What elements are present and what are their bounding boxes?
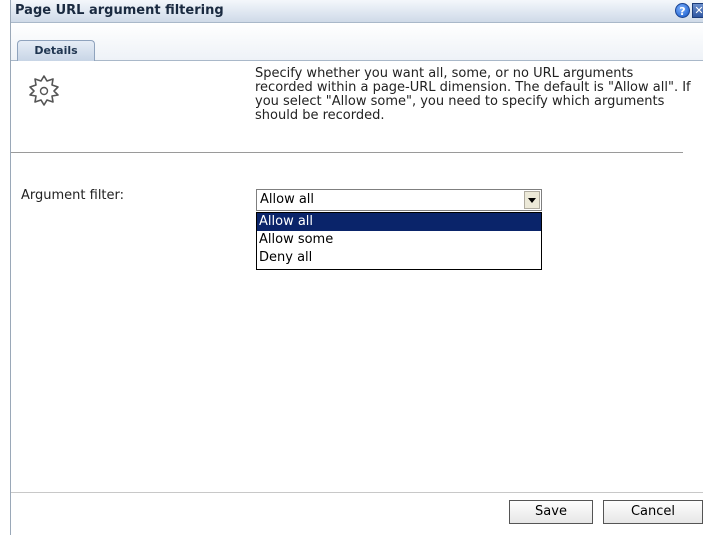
option-deny-all[interactable]: Deny all	[257, 249, 541, 267]
save-button[interactable]: Save	[509, 500, 593, 524]
description-text: Specify whether you want all, some, or n…	[255, 66, 691, 123]
tab-details[interactable]: Details	[17, 40, 95, 61]
footer-divider	[11, 492, 703, 493]
chevron-down-icon[interactable]	[524, 191, 540, 209]
help-icon[interactable]: ?	[675, 3, 690, 18]
dialog-window: Page URL argument filtering ? ✕ Details …	[10, 0, 703, 535]
title-bar: Page URL argument filtering ? ✕	[11, 0, 703, 23]
option-allow-all[interactable]: Allow all	[257, 213, 541, 231]
argument-filter-value: Allow all	[260, 192, 315, 207]
option-allow-some[interactable]: Allow some	[257, 231, 541, 249]
section-divider	[11, 152, 683, 153]
gear-icon	[29, 75, 59, 106]
close-icon[interactable]: ✕	[692, 3, 703, 18]
argument-filter-options: Allow all Allow some Deny all	[256, 212, 542, 270]
tab-strip: Details	[11, 23, 703, 61]
cancel-button[interactable]: Cancel	[603, 500, 703, 524]
argument-filter-label: Argument filter:	[21, 188, 125, 203]
argument-filter-select[interactable]: Allow all	[256, 189, 542, 211]
dialog-title: Page URL argument filtering	[15, 3, 224, 18]
